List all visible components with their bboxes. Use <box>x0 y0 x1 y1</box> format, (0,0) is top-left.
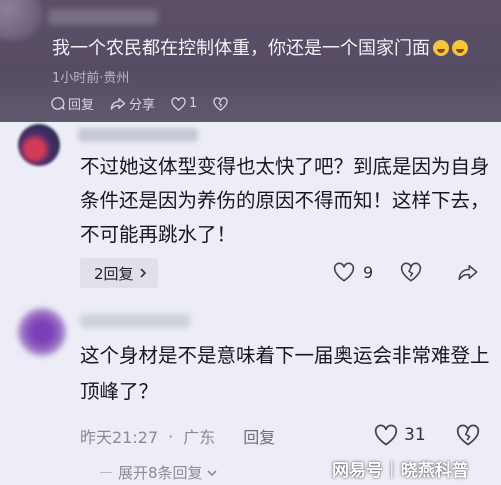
laugh-cry-emoji-icon <box>433 40 449 56</box>
top-comment-actions: 回复 分享 1 <box>50 94 247 113</box>
share-label: 分享 <box>129 98 156 113</box>
broken-heart-icon <box>456 424 480 446</box>
broken-heart-icon <box>213 96 228 111</box>
like-button[interactable]: 31 <box>374 424 426 446</box>
replies-button[interactable]: 2回复 <box>80 258 158 288</box>
watermark-brand: 网易号 <box>332 461 383 481</box>
heart-icon <box>333 262 355 282</box>
reply-button[interactable]: 回复 <box>243 424 275 448</box>
reply-button[interactable]: 回复 <box>50 94 94 113</box>
like-count: 9 <box>363 262 374 282</box>
meta-separator: · <box>168 426 174 446</box>
avatar[interactable] <box>18 124 60 166</box>
expand-replies-label: 展开8条回复 <box>118 464 203 482</box>
blurred-username <box>80 314 190 328</box>
replies-label: 2回复 <box>94 264 134 283</box>
share-icon <box>110 98 126 110</box>
top-comment-body: 我一个农民都在控制体重，你还是一个国家门面 <box>52 38 430 59</box>
expand-replies-button[interactable]: 展开8条回复 <box>100 462 218 483</box>
reply-label: 回复 <box>68 98 95 113</box>
dislike-button[interactable] <box>213 96 231 111</box>
comment-time: 昨天21:27 <box>80 428 159 447</box>
blurred-avatar <box>0 0 42 40</box>
heart-icon <box>171 96 186 111</box>
watermark-separator: | <box>389 458 395 479</box>
share-button[interactable] <box>457 262 479 286</box>
chevron-right-icon <box>139 268 146 278</box>
laugh-cry-emoji-icon <box>452 40 468 56</box>
blurred-username <box>48 9 158 25</box>
blurred-username <box>78 128 198 142</box>
comment-text: 不过她这体型变得也太快了吧？到底是因为自身条件还是因为养伤的原因不得而知！这样下… <box>80 155 490 246</box>
dislike-button[interactable] <box>400 262 422 286</box>
broken-heart-icon <box>400 262 422 282</box>
divider <box>100 472 112 473</box>
top-comment-meta: 1小时前·贵州 <box>52 71 130 86</box>
watermark-author: 晓燕科普 <box>400 461 469 481</box>
top-comment-card: 我一个农民都在控制体重，你还是一个国家门面 1小时前·贵州 回复 分享 1 <box>0 0 501 122</box>
share-button[interactable]: 分享 <box>110 94 155 113</box>
avatar[interactable] <box>18 308 66 356</box>
comment-location: 广东 <box>183 428 216 447</box>
comment-meta: 昨天21:27 · 广东 回复 <box>80 424 285 448</box>
chevron-down-icon <box>206 469 217 476</box>
like-button[interactable]: 1 <box>171 96 197 111</box>
share-icon <box>458 265 478 281</box>
like-button[interactable]: 9 <box>333 262 373 282</box>
like-count: 31 <box>404 425 426 445</box>
reply-icon <box>51 97 65 111</box>
top-comment-text: 我一个农民都在控制体重，你还是一个国家门面 <box>52 34 468 60</box>
watermark: 网易号 | 晓燕科普 <box>332 456 469 482</box>
heart-icon <box>374 424 398 446</box>
comment-text: 这个身材是不是意味着下一届奥运会非常难登上顶峰了？ <box>80 344 490 403</box>
like-count: 1 <box>189 96 198 111</box>
dislike-button[interactable] <box>456 424 480 450</box>
